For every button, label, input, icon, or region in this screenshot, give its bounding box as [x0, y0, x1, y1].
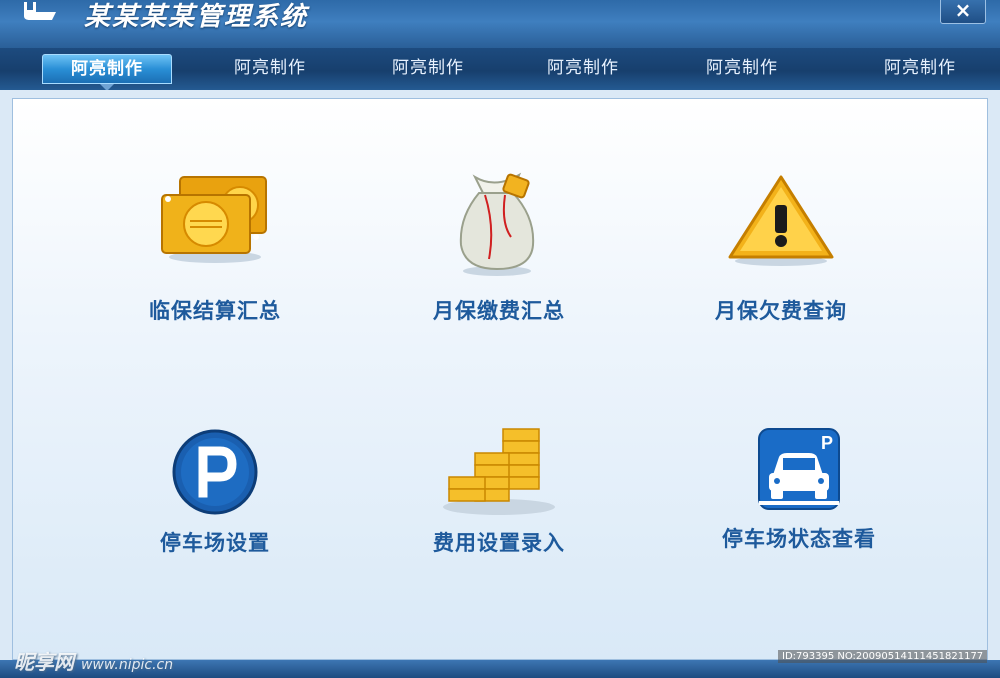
tile-parking-status-view[interactable]: P 停车场状态查看	[689, 427, 909, 627]
tile-monthly-payment-summary[interactable]: 月保缴费汇总	[389, 171, 609, 371]
title-bar: 某某某某管理系统 ×	[0, 0, 1000, 48]
tab-bar: 阿亮制作 阿亮制作 阿亮制作 阿亮制作 阿亮制作 阿亮制作	[0, 48, 1000, 92]
warning-icon	[728, 175, 834, 266]
svg-text:P: P	[821, 433, 833, 453]
tile-label: 停车场设置	[160, 531, 270, 555]
app-logo-icon	[24, 2, 56, 20]
tab-6[interactable]: 阿亮制作	[855, 54, 985, 82]
gold-coins-icon	[161, 176, 267, 263]
watermark-brand: 昵享网	[14, 650, 74, 674]
tile-label: 停车场状态查看	[722, 527, 876, 551]
money-bag-icon	[459, 172, 535, 276]
tab-5[interactable]: 阿亮制作	[677, 54, 807, 82]
image-id-label: ID:793395 NO:20090514111451821177	[778, 650, 988, 663]
tile-temp-settlement-summary[interactable]: 临保结算汇总	[105, 171, 325, 371]
stacked-coins-icon	[443, 428, 555, 515]
tile-monthly-arrears-query[interactable]: 月保欠费查询	[671, 171, 891, 371]
parked-car-icon: P	[758, 428, 840, 510]
watermark-url: www.nipic.cn	[80, 657, 174, 673]
parking-sign-icon	[172, 429, 258, 515]
main-frame: 临保结算汇总 月保缴费汇总 月保欠费查询 停车场设置 费用设置录入 P 停车场状…	[0, 90, 1000, 678]
close-button[interactable]: ×	[940, 0, 986, 24]
tile-label: 月保缴费汇总	[433, 299, 565, 323]
tab-3[interactable]: 阿亮制作	[363, 54, 493, 82]
tile-label: 费用设置录入	[433, 531, 565, 555]
tile-label: 月保欠费查询	[715, 299, 847, 323]
tab-1[interactable]: 阿亮制作	[42, 54, 172, 84]
main-panel: 临保结算汇总 月保缴费汇总 月保欠费查询 停车场设置 费用设置录入 P 停车场状…	[12, 98, 988, 660]
tile-label: 临保结算汇总	[149, 299, 281, 323]
window-title: 某某某某管理系统	[84, 2, 309, 32]
tile-parking-settings[interactable]: 停车场设置	[105, 427, 325, 627]
tab-2[interactable]: 阿亮制作	[205, 54, 335, 82]
tab-4[interactable]: 阿亮制作	[518, 54, 648, 82]
watermark: 昵享网 www.nipic.cn	[14, 646, 173, 675]
tile-fee-settings-entry[interactable]: 费用设置录入	[389, 427, 609, 627]
